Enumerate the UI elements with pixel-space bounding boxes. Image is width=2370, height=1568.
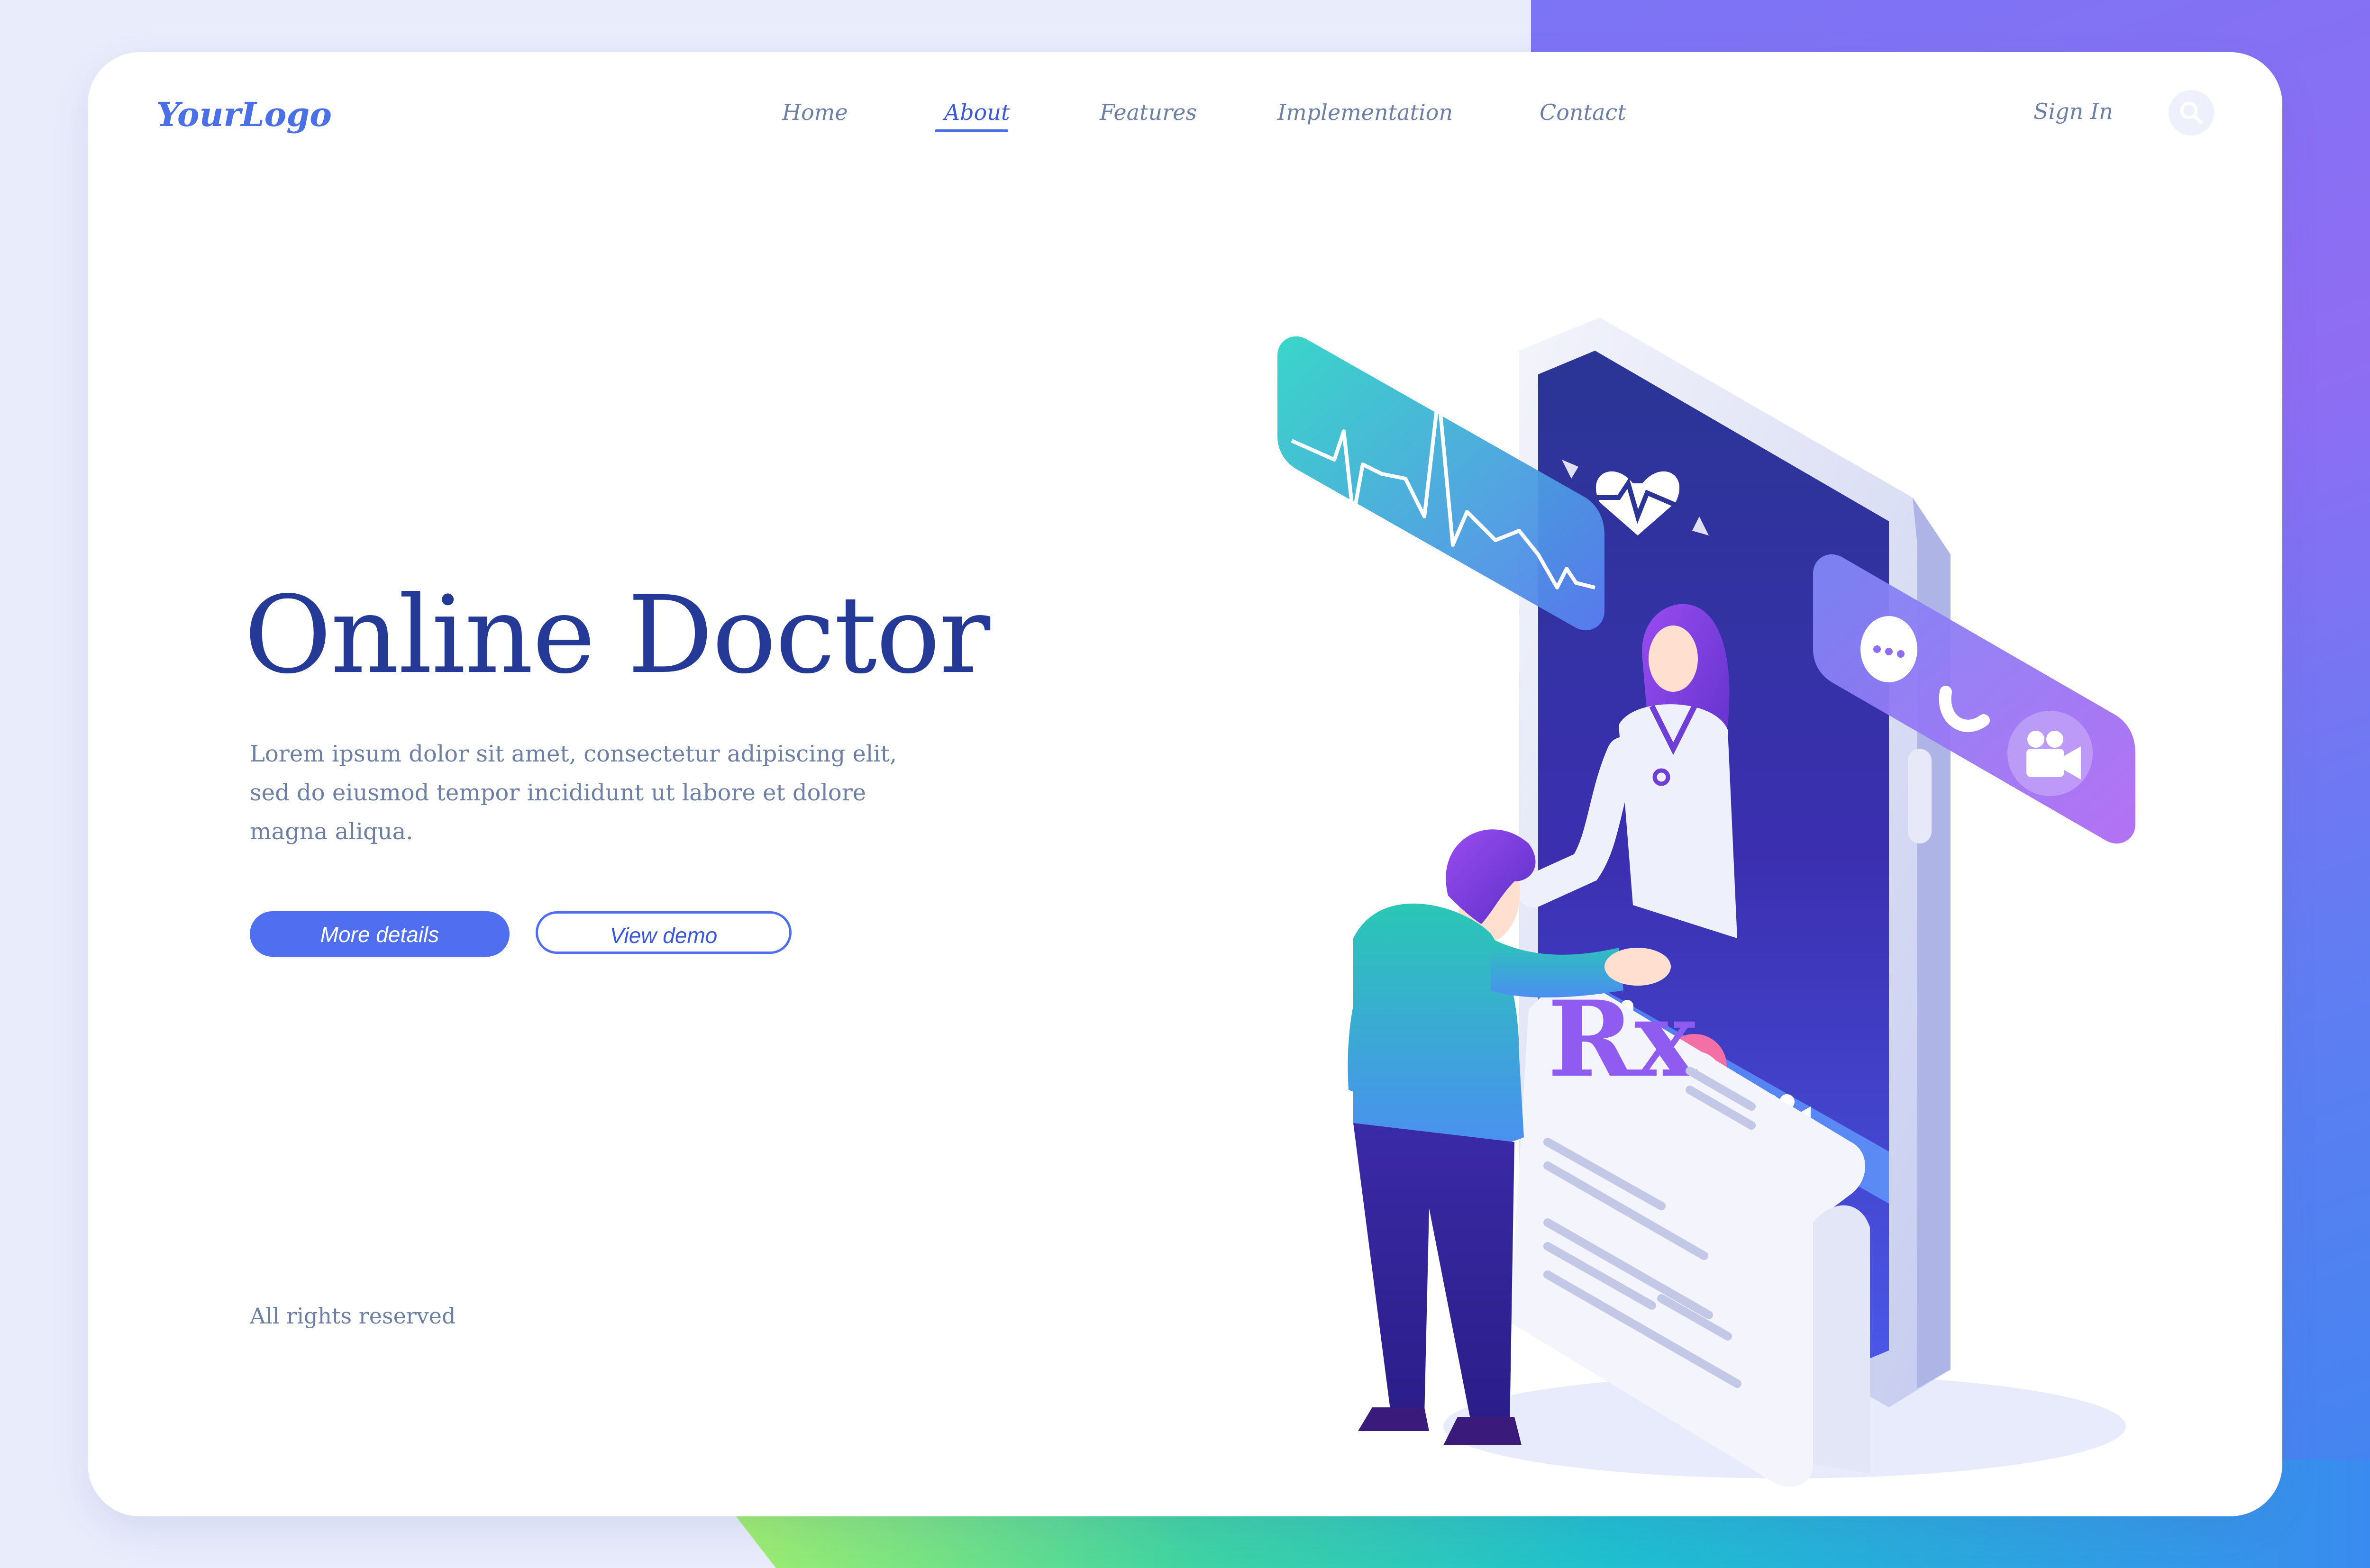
page-title: Online Doctor [244,573,990,698]
nav-home[interactable]: Home [782,100,848,125]
search-button[interactable] [2169,90,2214,136]
online-doctor-illustration: Rx [1277,317,2135,1487]
nav-features[interactable]: Features [1100,100,1197,125]
phone-side-button [1908,749,1932,843]
nav-implementation[interactable]: Implementation [1277,100,1453,125]
hero-description-line: Lorem ipsum dolor sit amet, consectetur … [250,741,897,767]
search-icon [2180,101,2203,124]
landing-card: YourLogo Home About Features Implementat… [88,52,2282,1516]
chat-icon[interactable] [1860,616,1917,682]
nav-contact[interactable]: Contact [1540,100,1626,125]
footer-copyright: All rights reserved [250,1303,456,1329]
video-call-icon[interactable] [2007,711,2093,796]
nav-about[interactable]: About [944,100,1010,125]
view-demo-button[interactable]: View demo [536,911,792,954]
hero-description: Lorem ipsum dolor sit amet, consectetur … [250,734,913,851]
sign-in-link[interactable]: Sign In [2033,99,2113,124]
hero-description-line: sed do eiusmod tempor incididunt ut labo… [250,779,866,806]
hero-description-line: magna aliqua. [250,818,413,845]
nav-active-underline [935,129,1008,132]
more-details-button[interactable]: More details [250,911,510,957]
main-nav: Home About Features Implementation Conta… [88,100,2282,142]
